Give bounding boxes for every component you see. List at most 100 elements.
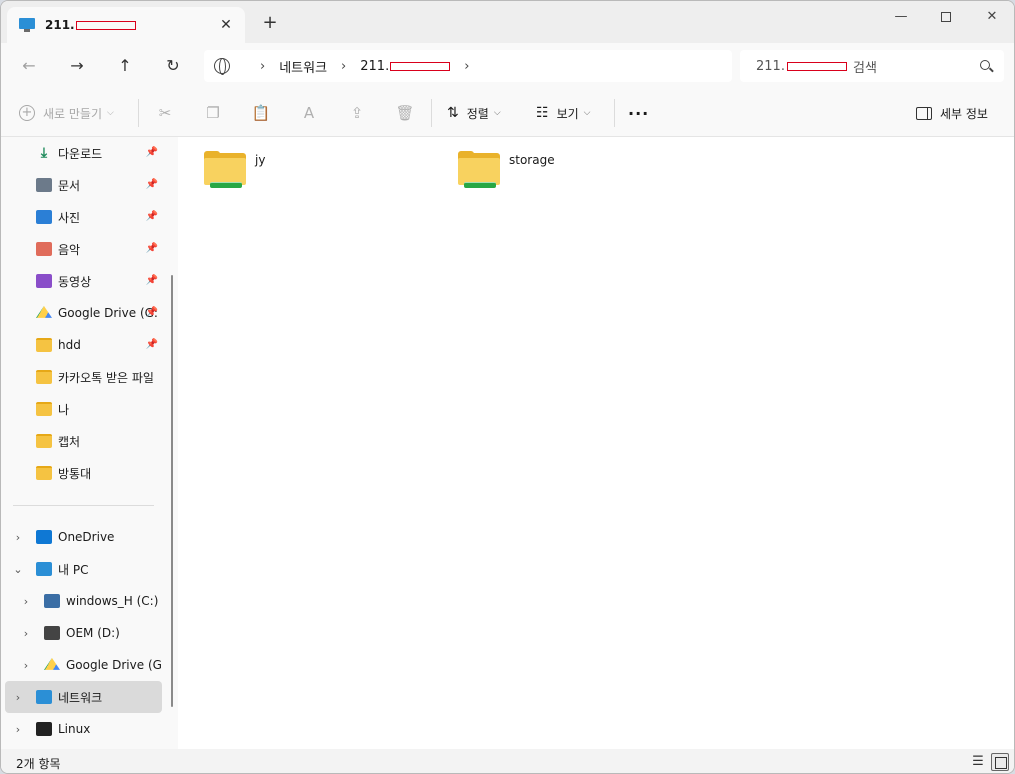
copy-button[interactable]: ❐ (202, 102, 224, 124)
tab-title: 211. (45, 18, 136, 32)
folder-icon (36, 338, 52, 352)
document-icon (36, 178, 52, 192)
title-bar: 211. ✕ + — ✕ (1, 1, 1014, 43)
breadcrumb-item-host[interactable]: 211. (360, 59, 451, 74)
paste-button[interactable]: 📋 (250, 102, 272, 124)
chevron-right-icon[interactable]: › (12, 723, 24, 736)
pin-icon: 📌 (145, 211, 158, 222)
pin-icon: 📌 (145, 307, 158, 318)
sidebar-item-knou[interactable]: 방통대 (1, 457, 162, 489)
sidebar-item-videos[interactable]: 동영상 📌 (1, 265, 162, 297)
sidebar-divider (13, 505, 154, 506)
file-item-storage[interactable]: storage (458, 151, 555, 189)
breadcrumb-separator[interactable]: › (464, 59, 469, 74)
chevron-down-icon[interactable]: ⌄ (12, 563, 24, 576)
plus-icon: + (19, 105, 35, 121)
refresh-button[interactable]: ↻ (159, 52, 187, 80)
minimize-button[interactable]: — (878, 3, 924, 31)
sort-button[interactable]: ⇅ 정렬 ⌵ (447, 101, 501, 125)
view-button[interactable]: ☷ 보기 ⌵ (536, 101, 590, 125)
redaction-box (75, 21, 136, 30)
close-window-button[interactable]: ✕ (969, 3, 1014, 31)
tab-active[interactable]: 211. ✕ (7, 7, 245, 43)
pin-icon: 📌 (145, 275, 158, 286)
sidebar-scrollbar[interactable] (171, 275, 173, 707)
new-button[interactable]: + 새로 만들기 ⌵ (19, 101, 114, 125)
sidebar-item-this-pc[interactable]: ⌄ 내 PC (1, 553, 162, 585)
sidebar-item-linux[interactable]: › Linux (1, 713, 162, 745)
redaction-box (390, 61, 451, 71)
sidebar-item-pictures[interactable]: 사진 📌 (1, 201, 162, 233)
chevron-down-icon: ⌵ (493, 108, 501, 118)
music-icon (36, 242, 52, 256)
more-options-button[interactable]: ··· (628, 101, 649, 125)
large-icons-view-icon[interactable] (991, 753, 1009, 771)
folder-icon (36, 370, 52, 384)
folder-icon (36, 466, 52, 480)
linux-icon (36, 722, 52, 736)
google-drive-icon (44, 658, 60, 670)
pc-icon (19, 18, 35, 32)
chevron-right-icon[interactable]: › (12, 691, 24, 704)
details-pane-icon (916, 106, 932, 120)
sidebar-item-me[interactable]: 나 (1, 393, 162, 425)
pin-icon: 📌 (145, 339, 158, 350)
sidebar-item-drive-d[interactable]: › OEM (D:) (1, 617, 162, 649)
rename-button[interactable]: A (298, 102, 320, 124)
onedrive-icon (36, 530, 52, 544)
maximize-icon (941, 11, 951, 22)
up-button[interactable]: ↑ (111, 52, 139, 80)
sidebar-item-google-drive[interactable]: Google Drive (G: 📌 (1, 297, 162, 329)
status-bar: 2개 항목 ☰ (1, 749, 1014, 773)
windows-drive-icon (44, 594, 60, 608)
chevron-right-icon[interactable]: › (20, 659, 32, 672)
toolbar-divider (431, 99, 432, 127)
sidebar-item-onedrive[interactable]: › OneDrive (1, 521, 162, 553)
sidebar-item-captures[interactable]: 캡처 (1, 425, 162, 457)
delete-button[interactable]: 🗑 (394, 102, 416, 124)
download-icon: ⤓ (40, 145, 48, 161)
details-pane-button[interactable]: 세부 정보 (916, 101, 988, 125)
breadcrumb-separator[interactable]: › (341, 59, 346, 74)
maximize-button[interactable] (923, 3, 969, 31)
sidebar-item-drive-g[interactable]: › Google Drive (G:) (1, 649, 162, 681)
breadcrumb-item-network[interactable]: 네트워크 (279, 57, 327, 76)
sidebar-item-documents[interactable]: 문서 📌 (1, 169, 162, 201)
file-name: storage (509, 153, 555, 167)
back-button[interactable]: ← (15, 52, 43, 80)
sidebar-item-music[interactable]: 음악 📌 (1, 233, 162, 265)
new-button-label: 새로 만들기 (43, 106, 103, 121)
breadcrumb-separator[interactable]: › (260, 59, 265, 74)
chevron-right-icon[interactable]: › (12, 531, 24, 544)
sidebar-item-kakaotalk[interactable]: 카카오톡 받은 파일 (1, 361, 162, 393)
breadcrumb[interactable]: › 네트워크 › 211. › (204, 50, 732, 82)
share-button[interactable]: ⇪ (346, 102, 368, 124)
pin-icon: 📌 (145, 179, 158, 190)
search-box[interactable]: 검색 (740, 50, 1004, 82)
video-icon (36, 274, 52, 288)
details-view-icon[interactable]: ☰ (970, 754, 986, 770)
pc-icon (36, 562, 52, 576)
file-name: jy (255, 153, 266, 167)
sidebar-item-downloads[interactable]: ⤓ 다운로드 📌 (1, 137, 162, 169)
chevron-right-icon[interactable]: › (20, 595, 32, 608)
view-label: 보기 (556, 106, 579, 121)
search-icon[interactable] (980, 60, 990, 70)
sort-icon: ⇅ (447, 105, 459, 121)
cut-button[interactable]: ✂ (154, 102, 176, 124)
sidebar-item-drive-c[interactable]: › windows_H (C:) (1, 585, 162, 617)
new-tab-button[interactable]: + (260, 13, 280, 33)
sidebar-item-network[interactable]: › 네트워크 (5, 681, 162, 713)
search-input[interactable] (756, 58, 786, 74)
sort-label: 정렬 (466, 106, 489, 121)
chevron-right-icon[interactable]: › (20, 627, 32, 640)
drive-icon (44, 626, 60, 640)
network-globe-icon (214, 58, 230, 75)
sidebar-item-hdd[interactable]: hdd 📌 (1, 329, 162, 361)
redaction-box (787, 61, 847, 71)
forward-button[interactable]: → (63, 52, 91, 80)
view-icon: ☷ (536, 105, 549, 121)
file-list: jy storage (178, 137, 1014, 749)
file-item-jy[interactable]: jy (204, 151, 265, 189)
tab-close-button[interactable]: ✕ (217, 16, 235, 34)
